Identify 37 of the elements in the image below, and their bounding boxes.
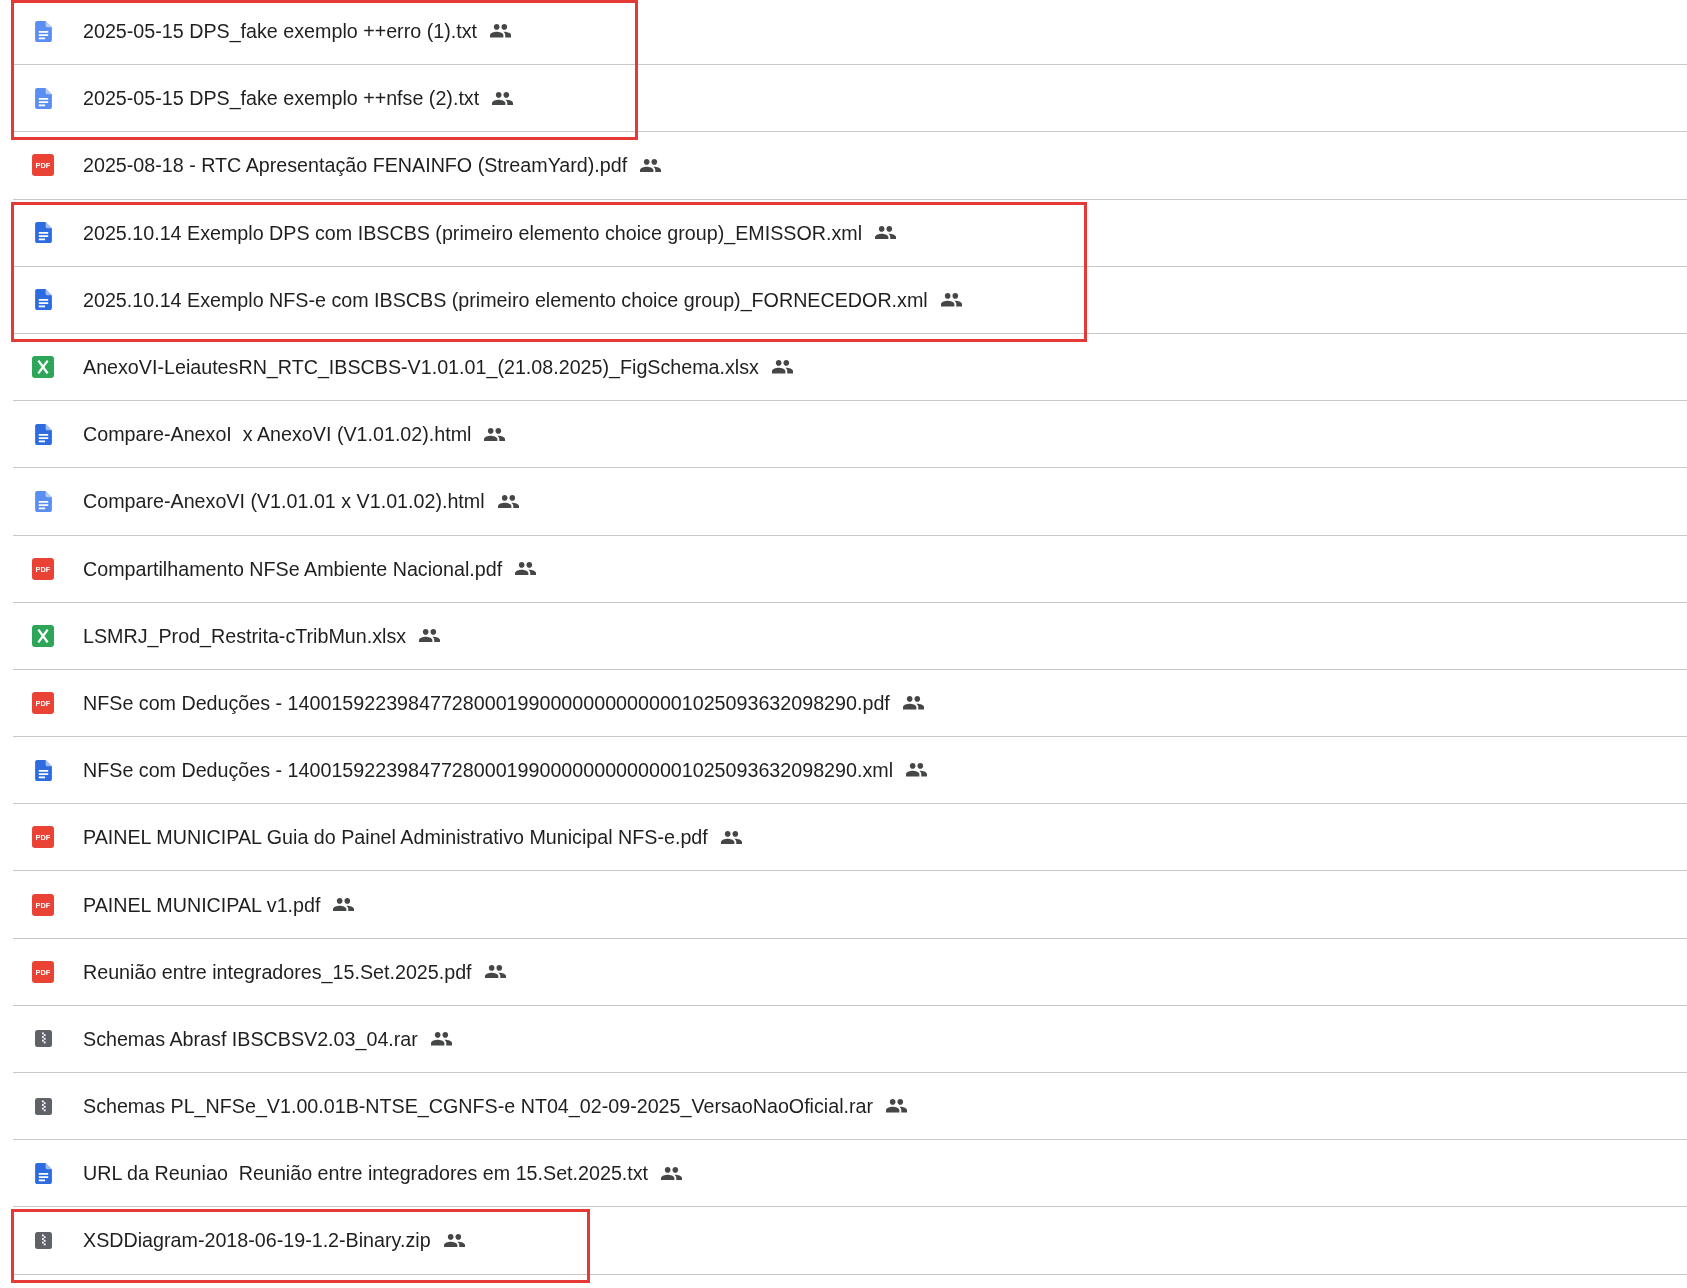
file-name: Schemas PL_NFSe_V1.00.01B-NTSE_CGNFS-e NT04_02-09-2025_VersaoNaoOficial.rar [83,1094,874,1119]
archive-icon [34,1231,52,1249]
file-row[interactable]: Schemas Abrasf IBSCBSV2.03_04.rar [13,1005,1687,1073]
file-name: NFSe com Deduções - 1400159223984772800019900000000000001025093632098290.xml [83,758,894,783]
file-name: 2025.10.14 Exemplo DPS com IBSCBS (primeiro elemento choice group)_EMISSOR.xml [83,220,863,245]
file-name: LSMRJ_Prod_Restrita-cTribMun.xlsx [83,623,407,648]
file-name: AnexoVI-LeiautesRN_RTC_IBSCBS-V1.01.01_(21.08.2025)_FigSchema.xlsx [83,355,759,380]
file-name: 2025-08-18 - RTC Apresentação FENAINFO (StreamYard).pdf [83,153,628,178]
file-name: Schemas Abrasf IBSCBSV2.03_04.rar [83,1026,418,1051]
file-row[interactable]: URL da Reuniao Reunião entre integradores em 15.Set.2025.txt [13,1140,1687,1208]
file-name: 2025-05-15 DPS_fake exemplo ++erro (1).txt [83,19,477,44]
file-name: 2025-05-15 DPS_fake exemplo ++nfse (2).txt [83,86,480,111]
file-row[interactable]: 2025-05-15 DPS_fake exemplo ++nfse (2).txt [13,65,1687,133]
file-name: PAINEL MUNICIPAL v1.pdf [83,892,321,917]
file-name: Compare-AnexoI x AnexoVI (V1.01.02).html [83,422,472,447]
file-row[interactable]: Compare-AnexoVI (V1.01.01 x V1.01.02).html [13,468,1687,536]
file-row[interactable]: Compare-AnexoI x AnexoVI (V1.01.02).html [13,401,1687,469]
file-row[interactable]: NFSe com Deduções - 1400159223984772800019900000000000001025093632098290.xml [13,737,1687,805]
file-name: NFSe com Deduções - 1400159223984772800019900000000000001025093632098290.pdf [83,690,890,715]
archive-icon [34,1030,52,1048]
file-row[interactable]: XSDDiagram-2018-06-19-1.2-Binary.zip [13,1207,1687,1275]
file-name: Compartilhamento NFSe Ambiente Nacional.pdf [83,556,503,581]
file-name: PAINEL MUNICIPAL Guia do Painel Administrativo Municipal NFS-e.pdf [83,825,708,850]
archive-icon [34,1097,52,1115]
file-name: URL da Reuniao Reunião entre integradores em 15.Set.2025.txt [83,1161,649,1186]
file-row[interactable]: 2025.10.14 Exemplo DPS com IBSCBS (primeiro elemento choice group)_EMISSOR.xml [13,199,1687,267]
file-name: 2025.10.14 Exemplo NFS-e com IBSCBS (primeiro elemento choice group)_FORNECEDOR.xml [83,287,928,312]
spreadsheet-icon [32,356,54,379]
file-row[interactable]: AnexoVI-LeiautesRN_RTC_IBSCBS-V1.01.01_(21.08.2025)_FigSchema.xlsx [13,333,1687,402]
file-row[interactable]: 2025.10.14 Exemplo NFS-e com IBSCBS (primeiro elemento choice group)_FORNECEDOR.xml [13,266,1687,334]
spreadsheet-icon [32,624,54,647]
file-row[interactable]: LSMRJ_Prod_Restrita-cTribMun.xlsx [13,602,1687,670]
file-row[interactable]: Schemas PL_NFSe_V1.00.01B-NTSE_CGNFS-e NT04_02-09-2025_VersaoNaoOficial.rar [13,1073,1687,1141]
file-name: XSDDiagram-2018-06-19-1.2-Binary.zip [83,1228,431,1253]
file-name: Compare-AnexoVI (V1.01.01 x V1.01.02).html [83,489,485,514]
file-name: Reunião entre integradores_15.Set.2025.pdf [83,959,472,984]
file-row[interactable]: 2025-05-15 DPS_fake exemplo ++erro (1).txt [13,0,1687,66]
